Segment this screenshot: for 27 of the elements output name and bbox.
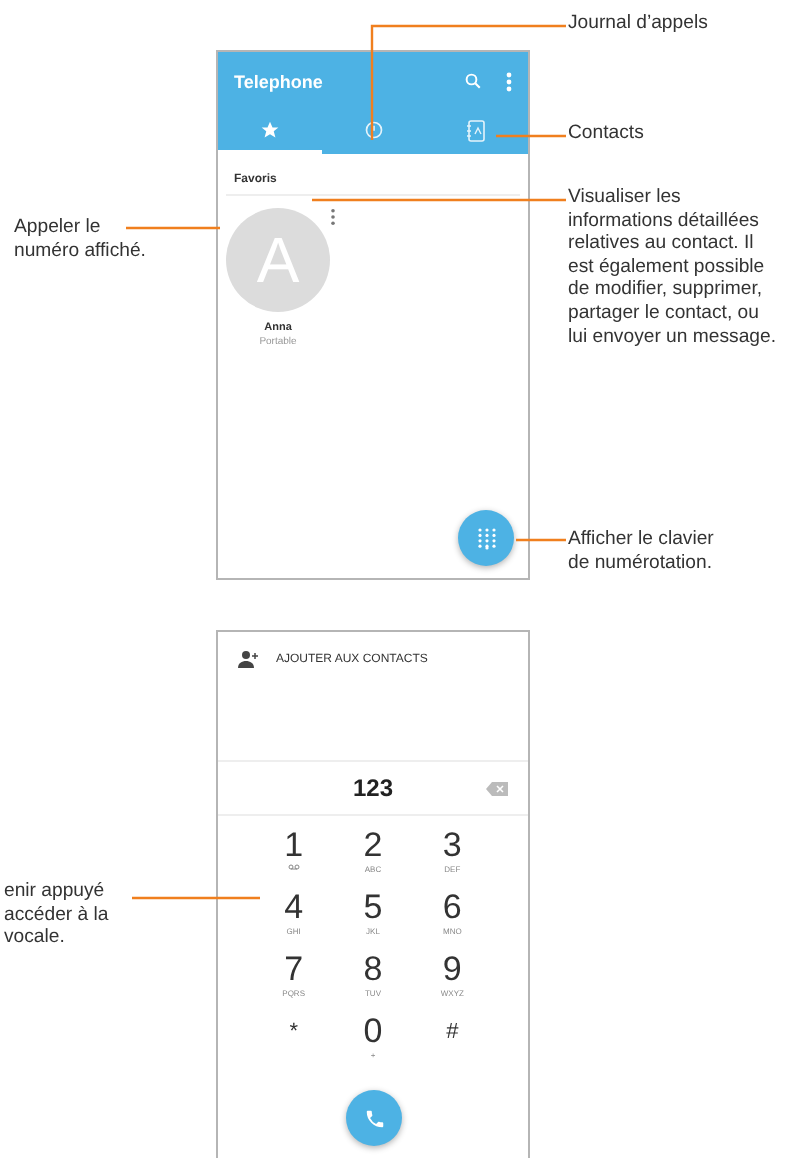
callout-text: Afficher le clavier de numérotation.	[568, 528, 714, 575]
callout-text: Appeler le numéro affiché.	[14, 216, 146, 263]
callout-text: enir appuyé accéder à la vocale.	[4, 880, 109, 950]
leader-line	[516, 538, 566, 542]
dialpad-icon	[477, 527, 495, 549]
app-title: Telephone	[234, 71, 325, 91]
more-icon[interactable]	[506, 71, 512, 91]
more-icon[interactable]	[330, 208, 336, 226]
star-icon	[259, 120, 280, 140]
dial-key[interactable]: *	[254, 1014, 334, 1070]
backspace-icon[interactable]	[486, 781, 508, 795]
leader-line	[126, 226, 220, 230]
voicemail-icon	[287, 864, 300, 870]
callout-text: Visualiser les informations détaillées relatives au contact. Il est également possible de modifier, supprimer, partager le contact, ou lui envoyer un message.	[568, 186, 776, 349]
phone-icon	[363, 1107, 385, 1129]
dial-key[interactable]: #	[412, 1014, 492, 1070]
dialed-number: 123	[352, 774, 394, 802]
callout-text: Journal d’appels	[568, 12, 708, 36]
address-book-icon	[466, 119, 487, 141]
search-icon[interactable]	[464, 72, 482, 90]
dialpad-button[interactable]	[458, 510, 514, 566]
call-button[interactable]	[346, 1090, 402, 1146]
leader-line	[132, 896, 260, 900]
add-person-icon	[238, 650, 260, 668]
callout-text: Contacts	[568, 122, 644, 146]
dial-key[interactable]: 1	[254, 828, 334, 884]
clock-icon	[363, 120, 383, 140]
